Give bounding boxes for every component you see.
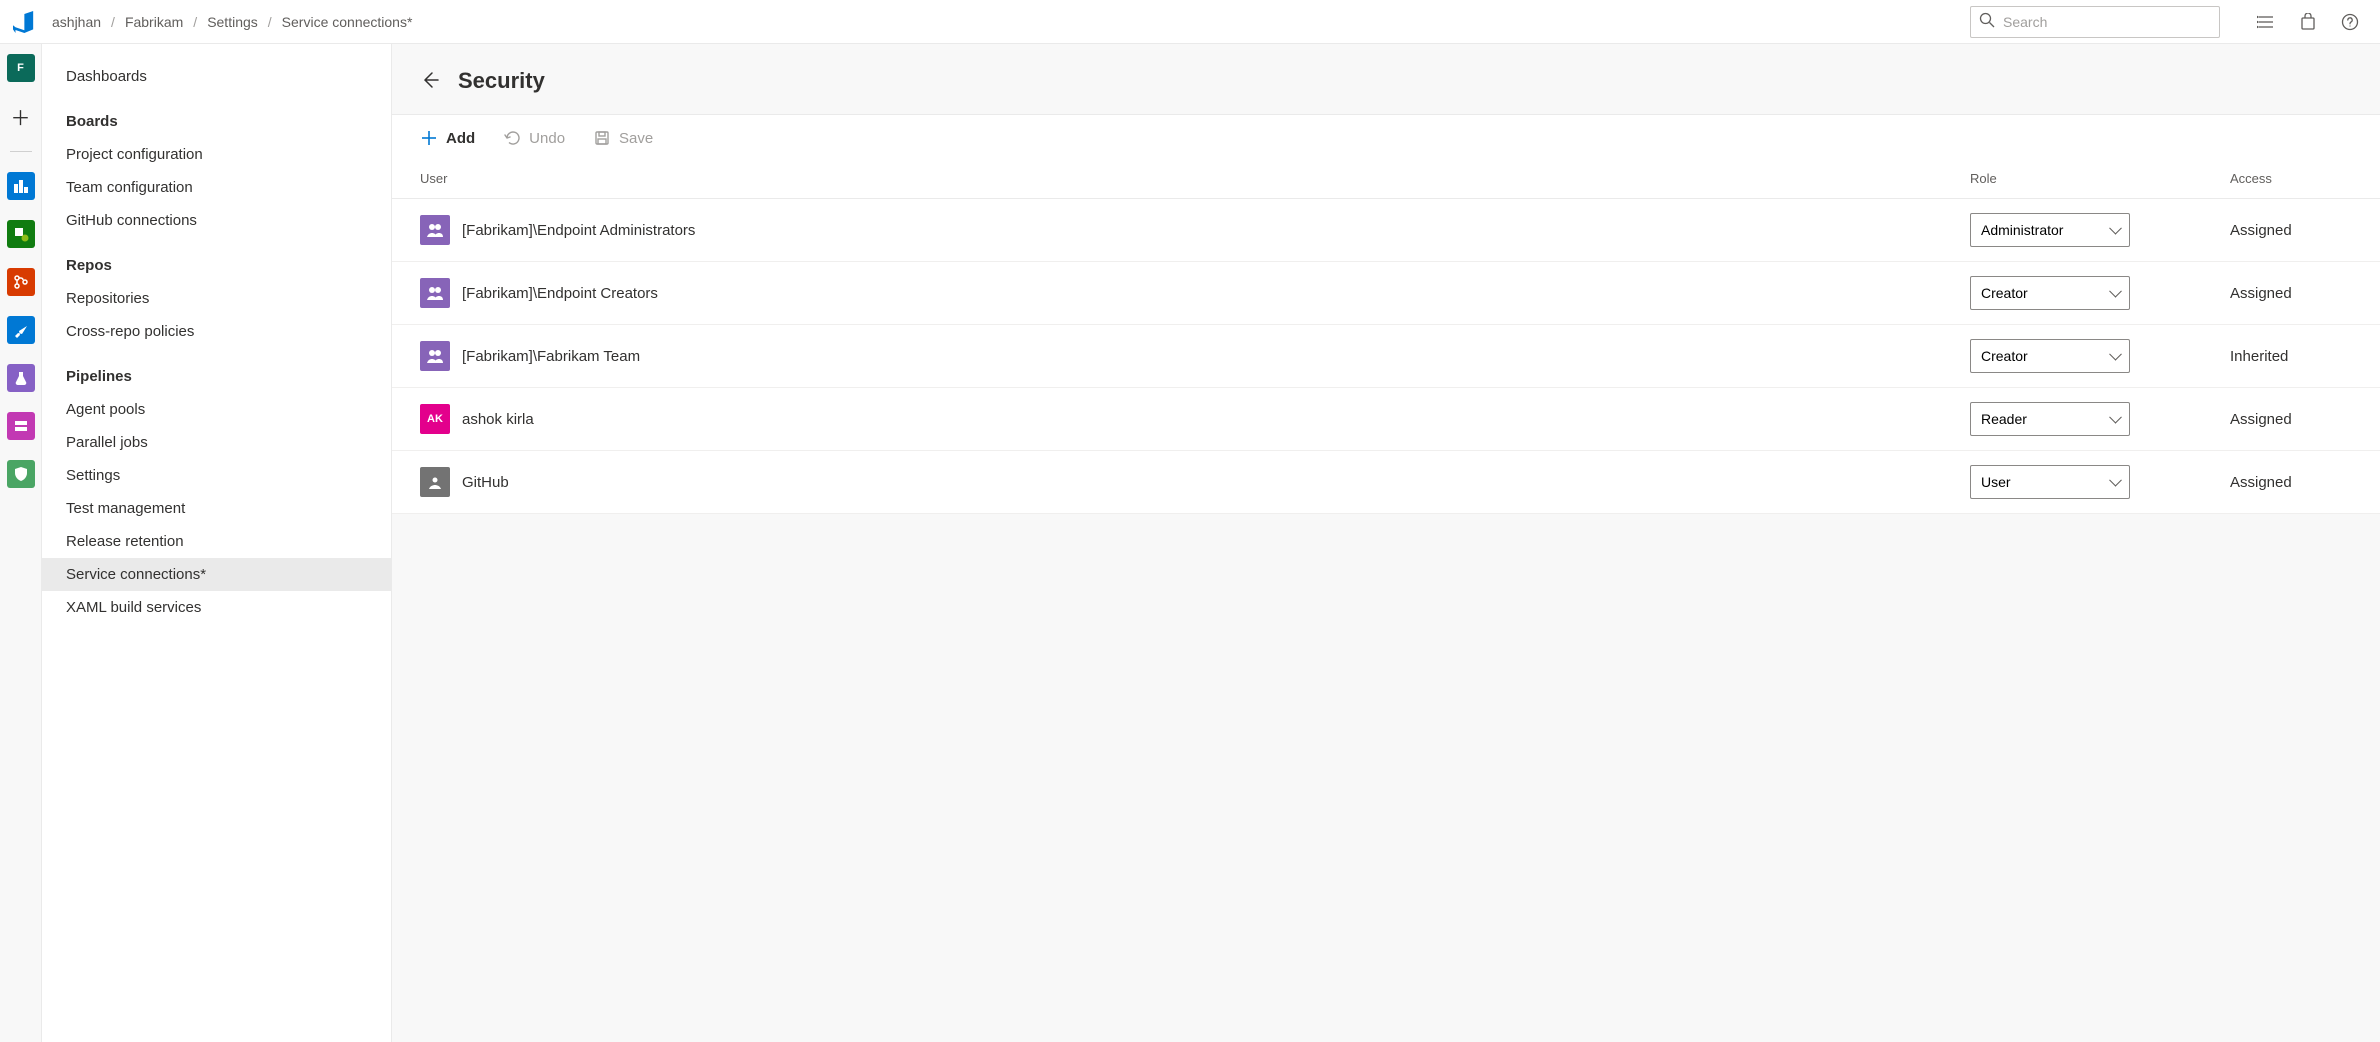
cell-user: [Fabrikam]\Endpoint Administrators (392, 199, 1970, 262)
role-select[interactable]: User (1970, 465, 2130, 499)
page-header: Security (392, 44, 2380, 114)
back-arrow-icon[interactable] (420, 70, 440, 93)
breadcrumb-separator: / (193, 14, 197, 30)
main-content: Security Add Undo (392, 44, 2380, 1042)
save-button-label: Save (619, 130, 653, 147)
sidebar-section-repos: Repos (42, 249, 391, 282)
rail-security-icon[interactable] (7, 460, 35, 488)
avatar (420, 215, 450, 245)
list-icon[interactable] (2256, 12, 2276, 32)
save-button: Save (593, 129, 653, 147)
cell-user: AK ashok kirla (392, 388, 1970, 451)
cell-access: Assigned (2230, 388, 2380, 451)
rail-boards-icon[interactable] (7, 172, 35, 200)
sidebar-item-service-connections[interactable]: Service connections* (42, 558, 391, 591)
avatar (420, 467, 450, 497)
cell-access: Assigned (2230, 451, 2380, 514)
sidebar-item-settings[interactable]: Settings (42, 459, 391, 492)
rail-testplans-icon[interactable] (7, 364, 35, 392)
save-icon (593, 129, 611, 147)
user-name: GitHub (462, 474, 509, 491)
undo-button-label: Undo (529, 130, 565, 147)
rail-artifacts-icon[interactable] (7, 412, 35, 440)
avatar (420, 278, 450, 308)
rail-project-tile[interactable]: F (7, 54, 35, 82)
page-title: Security (458, 68, 545, 94)
sidebar-item-repositories[interactable]: Repositories (42, 282, 391, 315)
rail-add-button[interactable]: ＋ (11, 102, 31, 131)
sidebar-item-xaml-build-services[interactable]: XAML build services (42, 591, 391, 624)
topbar: ashjhan / Fabrikam / Settings / Service … (0, 0, 2380, 44)
avatar: AK (420, 404, 450, 434)
sidebar-item-release-retention[interactable]: Release retention (42, 525, 391, 558)
sidebar-item-dashboards[interactable]: Dashboards (42, 60, 391, 93)
breadcrumb-item[interactable]: Fabrikam (125, 14, 183, 30)
sidebar-section-boards: Boards (42, 105, 391, 138)
plus-icon (420, 129, 438, 147)
sidebar-item-project-configuration[interactable]: Project configuration (42, 138, 391, 171)
cell-access: Assigned (2230, 199, 2380, 262)
sidebar-item-test-management[interactable]: Test management (42, 492, 391, 525)
sidebar-item-agent-pools[interactable]: Agent pools (42, 393, 391, 426)
search-icon (1979, 12, 1995, 31)
breadcrumb-separator: / (268, 14, 272, 30)
role-select[interactable]: Creator (1970, 276, 2130, 310)
user-name: [Fabrikam]\Endpoint Creators (462, 285, 658, 302)
topbar-actions (2256, 12, 2360, 32)
breadcrumb-separator: / (111, 14, 115, 30)
rail-separator (10, 151, 32, 152)
security-table: User Role Access [Fabrikam]\Endpoint Adm… (392, 161, 2380, 514)
nav-rail: F ＋ (0, 44, 42, 1042)
sidebar-item-team-configuration[interactable]: Team configuration (42, 171, 391, 204)
role-select[interactable]: Administrator (1970, 213, 2130, 247)
undo-button: Undo (503, 129, 565, 147)
breadcrumb: ashjhan / Fabrikam / Settings / Service … (52, 14, 412, 30)
role-select[interactable]: Creator (1970, 339, 2130, 373)
security-panel: Add Undo Save User Role Ac (392, 114, 2380, 514)
col-header-user: User (392, 161, 1970, 199)
avatar (420, 341, 450, 371)
cell-user: [Fabrikam]\Fabrikam Team (392, 325, 1970, 388)
cell-role: Administrator (1970, 199, 2230, 262)
cell-role: User (1970, 451, 2230, 514)
breadcrumb-item[interactable]: Service connections* (282, 14, 413, 30)
marketplace-icon[interactable] (2298, 12, 2318, 32)
col-header-role: Role (1970, 161, 2230, 199)
add-button[interactable]: Add (420, 129, 475, 147)
sidebar-item-parallel-jobs[interactable]: Parallel jobs (42, 426, 391, 459)
user-name: [Fabrikam]\Fabrikam Team (462, 348, 640, 365)
breadcrumb-item[interactable]: Settings (207, 14, 258, 30)
role-select[interactable]: Reader (1970, 402, 2130, 436)
rail-workitems-icon[interactable] (7, 220, 35, 248)
cell-role: Creator (1970, 325, 2230, 388)
cell-user: [Fabrikam]\Endpoint Creators (392, 262, 1970, 325)
azure-devops-logo-icon[interactable] (12, 10, 36, 34)
undo-icon (503, 129, 521, 147)
breadcrumb-item[interactable]: ashjhan (52, 14, 101, 30)
sidebar-item-github-connections[interactable]: GitHub connections (42, 204, 391, 237)
cell-access: Inherited (2230, 325, 2380, 388)
search-box[interactable] (1970, 6, 2220, 38)
rail-pipelines-icon[interactable] (7, 316, 35, 344)
settings-sidebar: Dashboards Boards Project configuration … (42, 44, 392, 1042)
toolbar: Add Undo Save (392, 115, 2380, 161)
cell-user: GitHub (392, 451, 1970, 514)
sidebar-item-cross-repo-policies[interactable]: Cross-repo policies (42, 315, 391, 348)
search-input[interactable] (2003, 14, 2211, 30)
add-button-label: Add (446, 130, 475, 147)
rail-repos-icon[interactable] (7, 268, 35, 296)
help-icon[interactable] (2340, 12, 2360, 32)
cell-access: Assigned (2230, 262, 2380, 325)
cell-role: Creator (1970, 262, 2230, 325)
sidebar-section-pipelines: Pipelines (42, 360, 391, 393)
user-name: [Fabrikam]\Endpoint Administrators (462, 222, 695, 239)
col-header-access: Access (2230, 161, 2380, 199)
user-name: ashok kirla (462, 411, 534, 428)
cell-role: Reader (1970, 388, 2230, 451)
